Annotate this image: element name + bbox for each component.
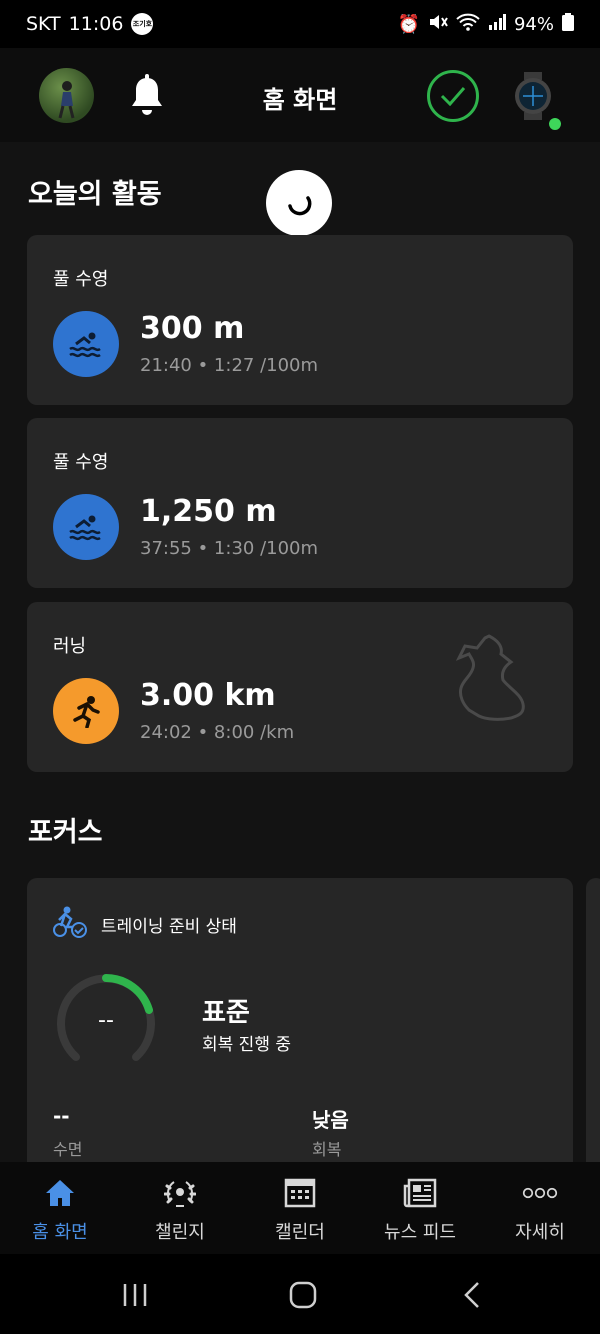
sleep-label: 수면 <box>53 1140 83 1159</box>
recent-apps-button[interactable] <box>115 1280 155 1310</box>
activity-details: 37:55 • 1:30 /100m <box>140 538 319 559</box>
readiness-substatus: 회복 진행 중 <box>202 1035 292 1055</box>
loading-spinner-icon <box>266 170 332 236</box>
activity-type: 풀 수영 <box>53 452 109 473</box>
activity-details: 21:40 • 1:27 /100m <box>140 355 319 376</box>
activity-distance: 3.00 km <box>140 678 276 713</box>
run-icon <box>53 678 119 744</box>
nav-more[interactable]: 자세히 <box>480 1162 600 1254</box>
training-readiness-card[interactable]: 트레이닝 준비 상태 -- 표준 회복 진행 중 -- 수면 낮음 회복 <box>27 878 573 1162</box>
status-time: 11:06 <box>68 13 124 35</box>
battery-icon <box>562 12 574 36</box>
focus-title: 포커스 <box>28 817 103 848</box>
page-title: 홈 화면 <box>262 86 338 114</box>
nav-label: 캘린더 <box>275 1222 325 1243</box>
calendar-icon <box>282 1176 318 1210</box>
home-square-icon <box>289 1281 317 1309</box>
next-focus-card[interactable] <box>586 878 600 1162</box>
activity-type: 풀 수영 <box>53 269 109 290</box>
check-icon <box>440 87 466 106</box>
newspaper-icon <box>402 1176 438 1210</box>
status-bar: SKT 11:06 조기호 ⏰ 94% <box>0 0 600 48</box>
activity-card[interactable]: 풀 수영 300 m 21:40 • 1:27 /100m <box>27 235 573 405</box>
signal-icon <box>488 13 506 35</box>
wifi-icon <box>456 13 480 36</box>
today-activity-title: 오늘의 활동 <box>28 179 162 210</box>
readiness-status: 표준 <box>202 998 250 1028</box>
status-badge: 조기호 <box>131 13 154 35</box>
more-icon <box>522 1176 558 1210</box>
route-map-icon <box>441 632 533 748</box>
nav-news-feed[interactable]: 뉴스 피드 <box>360 1162 480 1254</box>
nav-label: 자세히 <box>515 1222 565 1243</box>
swim-icon <box>53 311 119 377</box>
main-content[interactable]: 오늘의 활동 풀 수영 300 m 21:40 • 1:27 /100m 풀 수… <box>0 142 600 1162</box>
back-icon <box>464 1282 479 1308</box>
device-connected-indicator <box>549 118 561 130</box>
bottom-nav: 홈 화면 챌린지 캘린더 뉴스 피드 자세히 <box>0 1162 600 1254</box>
alarm-icon: ⏰ <box>397 13 420 35</box>
activity-details: 24:02 • 8:00 /km <box>140 722 295 743</box>
nav-challenges[interactable]: 챌린지 <box>120 1162 240 1254</box>
activity-distance: 300 m <box>140 311 245 346</box>
nav-label: 챌린지 <box>155 1222 205 1243</box>
swim-icon <box>53 494 119 560</box>
system-nav-bar <box>0 1254 600 1334</box>
nav-label: 홈 화면 <box>32 1222 88 1243</box>
app-header: 홈 화면 <box>0 48 600 142</box>
sync-check-button[interactable] <box>427 70 479 122</box>
back-button[interactable] <box>452 1280 492 1310</box>
home-system-button[interactable] <box>283 1280 323 1310</box>
nav-label: 뉴스 피드 <box>384 1222 456 1243</box>
training-readiness-icon <box>53 906 89 943</box>
laurel-icon <box>162 1176 198 1210</box>
carrier: SKT <box>26 13 61 35</box>
activity-distance: 1,250 m <box>140 494 277 529</box>
card-title: 트레이닝 준비 상태 <box>101 917 237 937</box>
recent-apps-icon <box>123 1284 147 1306</box>
activity-card[interactable]: 풀 수영 1,250 m 37:55 • 1:30 /100m <box>27 418 573 588</box>
battery-level: 94% <box>513 13 554 35</box>
readiness-gauge-value: -- <box>98 1008 114 1033</box>
home-icon <box>42 1176 78 1210</box>
sleep-value: -- <box>53 1104 70 1128</box>
recovery-value: 낮음 <box>312 1108 349 1132</box>
activity-card[interactable]: 러닝 3.00 km 24:02 • 8:00 /km <box>27 602 573 772</box>
mute-icon <box>428 13 448 36</box>
nav-home[interactable]: 홈 화면 <box>0 1162 120 1254</box>
watch-icon[interactable] <box>512 72 554 120</box>
activity-type: 러닝 <box>53 636 87 657</box>
recovery-label: 회복 <box>312 1140 342 1159</box>
nav-calendar[interactable]: 캘린더 <box>240 1162 360 1254</box>
